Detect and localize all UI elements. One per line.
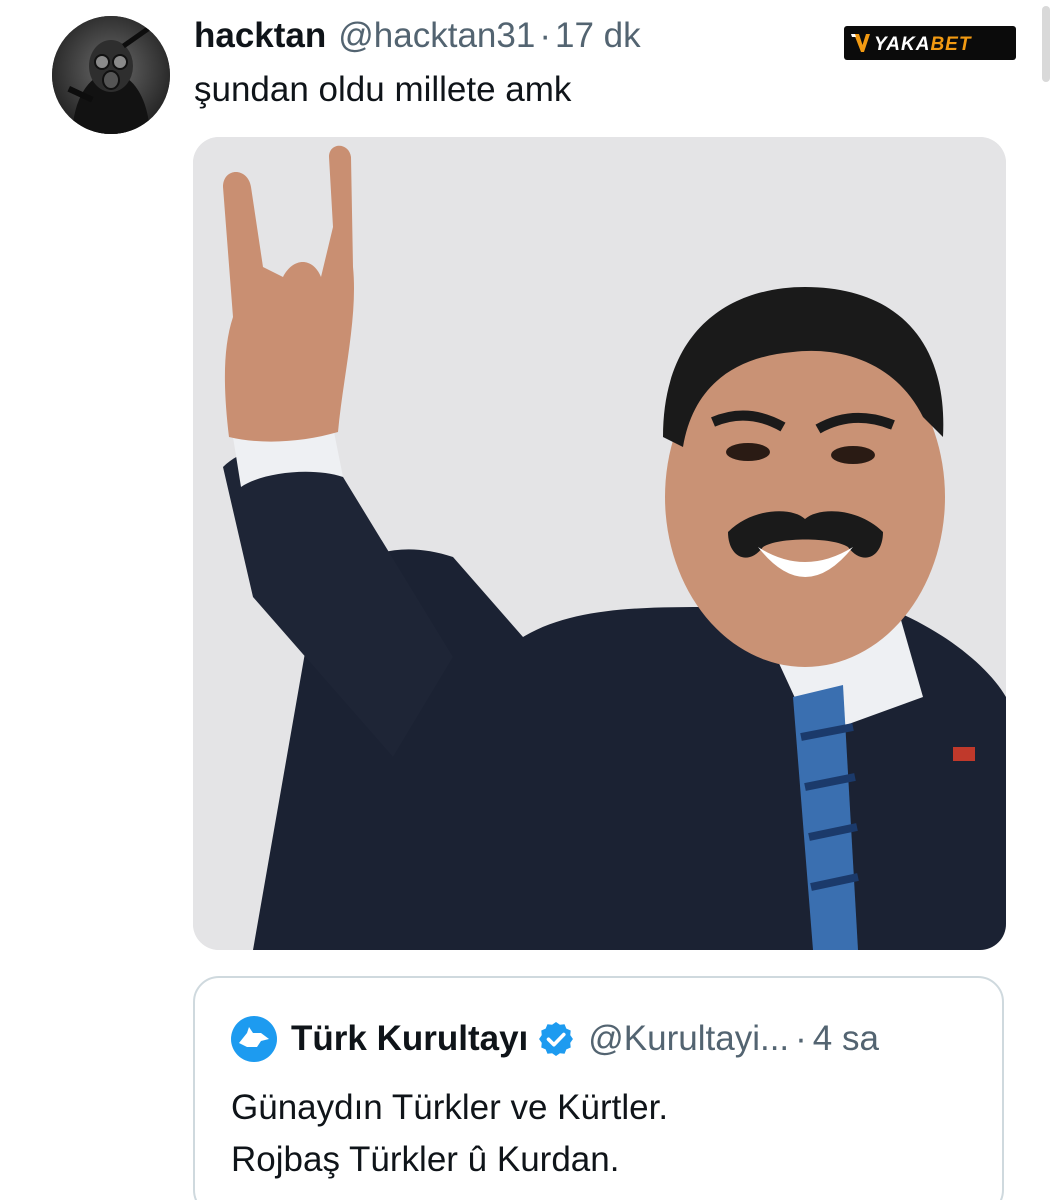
photo-man-hand-gesture-icon (193, 137, 1006, 950)
quoted-tweet-line-1: Günaydın Türkler ve Kürtler. (231, 1088, 669, 1127)
quoted-tweet-timestamp[interactable]: 4 sa (813, 1014, 879, 1064)
yakabet-logo-icon: YAKABET (851, 34, 972, 55)
quoted-tweet-header: Türk Kurultayı @Kurultayi... · 4 sa (231, 1014, 879, 1064)
yakabet-watermark-logo: YAKABET (844, 26, 1016, 60)
wolf-head-icon (239, 1027, 269, 1047)
tweet-text: şundan oldu millete amk (194, 70, 572, 109)
tweet-media-image[interactable] (193, 137, 1006, 950)
watermark-text-primary: YAKA (874, 34, 930, 55)
quoted-tweet-line-2: Rojbaş Türkler û Kurdan. (231, 1140, 620, 1179)
author-handle[interactable]: @hacktan31 (338, 12, 535, 60)
watermark-text-accent: BET (930, 34, 971, 55)
quoted-author-handle[interactable]: @Kurultayi... (588, 1014, 789, 1064)
tweet-screenshot: hacktan @hacktan31 · 17 dk YAKABET şunda… (0, 0, 1055, 1200)
quoted-separator-dot: · (795, 1019, 807, 1058)
gas-mask-avatar-icon (52, 16, 170, 134)
quoted-author-display-name[interactable]: Türk Kurultayı (291, 1014, 528, 1064)
author-display-name[interactable]: hacktan (194, 12, 326, 60)
scrollbar[interactable] (1042, 6, 1050, 82)
quoted-author-avatar[interactable] (231, 1016, 277, 1062)
verified-badge-icon (539, 1022, 574, 1056)
tweet-timestamp[interactable]: 17 dk (555, 12, 641, 60)
svg-text:YAKABET: YAKABET (874, 34, 972, 55)
tweet-header: hacktan @hacktan31 · 17 dk (194, 12, 641, 60)
quoted-tweet-card[interactable]: Türk Kurultayı @Kurultayi... · 4 sa Güna… (193, 976, 1004, 1200)
quoted-tweet-text: Günaydın Türkler ve Kürtler. Rojbaş Türk… (231, 1082, 668, 1186)
separator-dot: · (539, 16, 551, 55)
author-avatar[interactable] (52, 16, 170, 134)
